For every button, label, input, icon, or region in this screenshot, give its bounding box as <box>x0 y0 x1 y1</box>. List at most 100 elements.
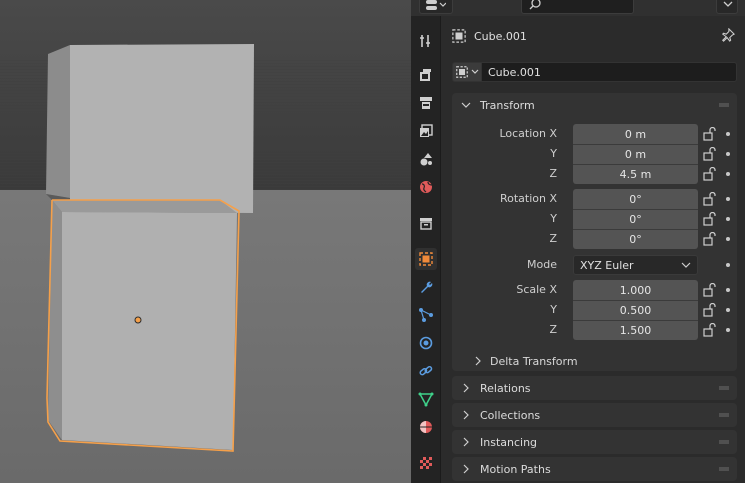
rotation-mode-row: Mode XYZ Euler <box>452 255 737 275</box>
rotation-z-field[interactable]: 0° <box>573 229 698 249</box>
location-y-row: Y 0 m <box>452 144 737 164</box>
drag-grip-icon[interactable] <box>719 413 729 417</box>
chevron-right-icon <box>460 437 472 447</box>
location-x-row: Location X 0 m <box>452 124 737 144</box>
object-name-input[interactable]: Cube.001 <box>482 62 737 82</box>
object-browse-button[interactable] <box>452 62 482 82</box>
location-y-label: Y <box>550 147 557 160</box>
keyframe-dot-icon[interactable] <box>726 237 730 241</box>
motion-paths-panel-header[interactable]: Motion Paths <box>452 457 737 481</box>
rotation-x-field[interactable]: 0° <box>573 189 698 209</box>
drag-grip-icon[interactable] <box>719 103 729 107</box>
object-name-field: Cube.001 <box>452 62 737 82</box>
keyframe-dot-icon[interactable] <box>726 172 730 176</box>
scale-x-field[interactable]: 1.000 <box>573 280 698 300</box>
rotation-y-field[interactable]: 0° <box>573 209 698 229</box>
object-icon[interactable] <box>415 248 437 270</box>
collections-panel[interactable]: Collections <box>452 403 737 427</box>
output-glyph <box>420 97 432 109</box>
lock-open-icon[interactable] <box>702 167 716 181</box>
search-input[interactable] <box>521 0 634 14</box>
editor-type-icon <box>426 0 446 10</box>
collections-panel-title: Collections <box>480 408 541 422</box>
collection-glyph <box>420 218 432 230</box>
relations-panel-title: Relations <box>480 381 531 395</box>
scale-z-label: Z <box>549 323 557 336</box>
rotation-x-label: Rotation X <box>499 192 557 205</box>
lock-open-icon[interactable] <box>702 283 716 297</box>
view-layer-glyph <box>420 124 433 137</box>
chevron-right-icon <box>460 410 472 420</box>
delta-transform-subpanel[interactable]: Delta Transform <box>472 351 578 371</box>
3d-viewport[interactable] <box>0 0 411 483</box>
keyframe-dot-icon[interactable] <box>726 217 730 221</box>
instancing-panel-title: Instancing <box>480 435 538 449</box>
keyframe-dot-icon[interactable] <box>726 197 730 201</box>
collection-icon[interactable] <box>415 212 437 234</box>
collections-panel-header[interactable]: Collections <box>452 403 737 427</box>
world-icon[interactable] <box>415 176 437 198</box>
lock-open-icon[interactable] <box>702 192 716 206</box>
drag-grip-icon[interactable] <box>719 386 729 390</box>
properties-header <box>411 0 745 16</box>
location-x-label: Location X <box>499 127 557 140</box>
viewport-scene[interactable] <box>0 0 411 483</box>
keyframe-dot-icon[interactable] <box>726 132 730 136</box>
keyframe-dot-icon[interactable] <box>726 152 730 156</box>
render-icon[interactable] <box>415 64 437 86</box>
keyframe-dot-icon[interactable] <box>726 328 730 332</box>
properties-tabs <box>411 16 441 483</box>
rotation-z-row: Z 0° <box>452 229 737 249</box>
scene-icon[interactable] <box>415 148 437 170</box>
output-icon[interactable] <box>415 92 437 114</box>
relations-panel[interactable]: Relations <box>452 376 737 400</box>
cube-selected[interactable] <box>46 199 240 452</box>
lock-open-icon[interactable] <box>702 127 716 141</box>
cube-top[interactable] <box>46 44 254 213</box>
view-layer-icon[interactable] <box>415 120 437 142</box>
texture-icon[interactable] <box>415 452 437 474</box>
drag-grip-icon[interactable] <box>719 440 729 444</box>
context-object-name: Cube.001 <box>474 29 527 43</box>
lock-open-icon[interactable] <box>702 232 716 246</box>
instancing-panel[interactable]: Instancing <box>452 430 737 454</box>
motion-paths-panel[interactable]: Motion Paths <box>452 457 737 481</box>
object-origin[interactable] <box>134 316 142 324</box>
wrench-glyph <box>421 281 433 293</box>
location-y-field[interactable]: 0 m <box>573 144 698 164</box>
constraints-icon[interactable] <box>415 360 437 382</box>
transform-panel: Transform Location X 0 m Y 0 m Z 4.5 m R… <box>452 93 737 371</box>
options-dropdown-button[interactable] <box>716 0 738 14</box>
lock-open-icon[interactable] <box>702 212 716 226</box>
context-path: Cube.001 <box>452 28 527 44</box>
data-icon[interactable] <box>415 388 437 410</box>
modifier-icon[interactable] <box>415 276 437 298</box>
render-glyph <box>420 69 431 81</box>
chevron-down-icon <box>460 101 472 109</box>
scale-y-field[interactable]: 0.500 <box>573 300 698 320</box>
particles-icon[interactable] <box>415 304 437 326</box>
scale-x-label: Scale X <box>516 283 557 296</box>
lock-open-icon[interactable] <box>702 323 716 337</box>
scale-z-field[interactable]: 1.500 <box>573 320 698 340</box>
lock-open-icon[interactable] <box>702 147 716 161</box>
tool-icon[interactable] <box>415 30 437 52</box>
physics-icon[interactable] <box>415 332 437 354</box>
relations-panel-header[interactable]: Relations <box>452 376 737 400</box>
pin-icon[interactable] <box>721 28 735 42</box>
material-glyph <box>420 421 432 433</box>
rotation-mode-select[interactable]: XYZ Euler <box>573 255 698 275</box>
instancing-panel-header[interactable]: Instancing <box>452 430 737 454</box>
keyframe-dot-icon[interactable] <box>726 308 730 312</box>
transform-panel-header[interactable]: Transform <box>452 93 737 117</box>
location-z-field[interactable]: 4.5 m <box>573 164 698 184</box>
lock-open-icon[interactable] <box>702 303 716 317</box>
location-x-field[interactable]: 0 m <box>573 124 698 144</box>
material-icon[interactable] <box>415 416 437 438</box>
search-icon <box>529 0 541 10</box>
keyframe-dot-icon[interactable] <box>726 288 730 292</box>
editor-type-button[interactable] <box>419 0 453 14</box>
drag-grip-icon[interactable] <box>719 467 729 471</box>
world-glyph <box>420 181 433 193</box>
keyframe-dot-icon[interactable] <box>726 263 730 267</box>
